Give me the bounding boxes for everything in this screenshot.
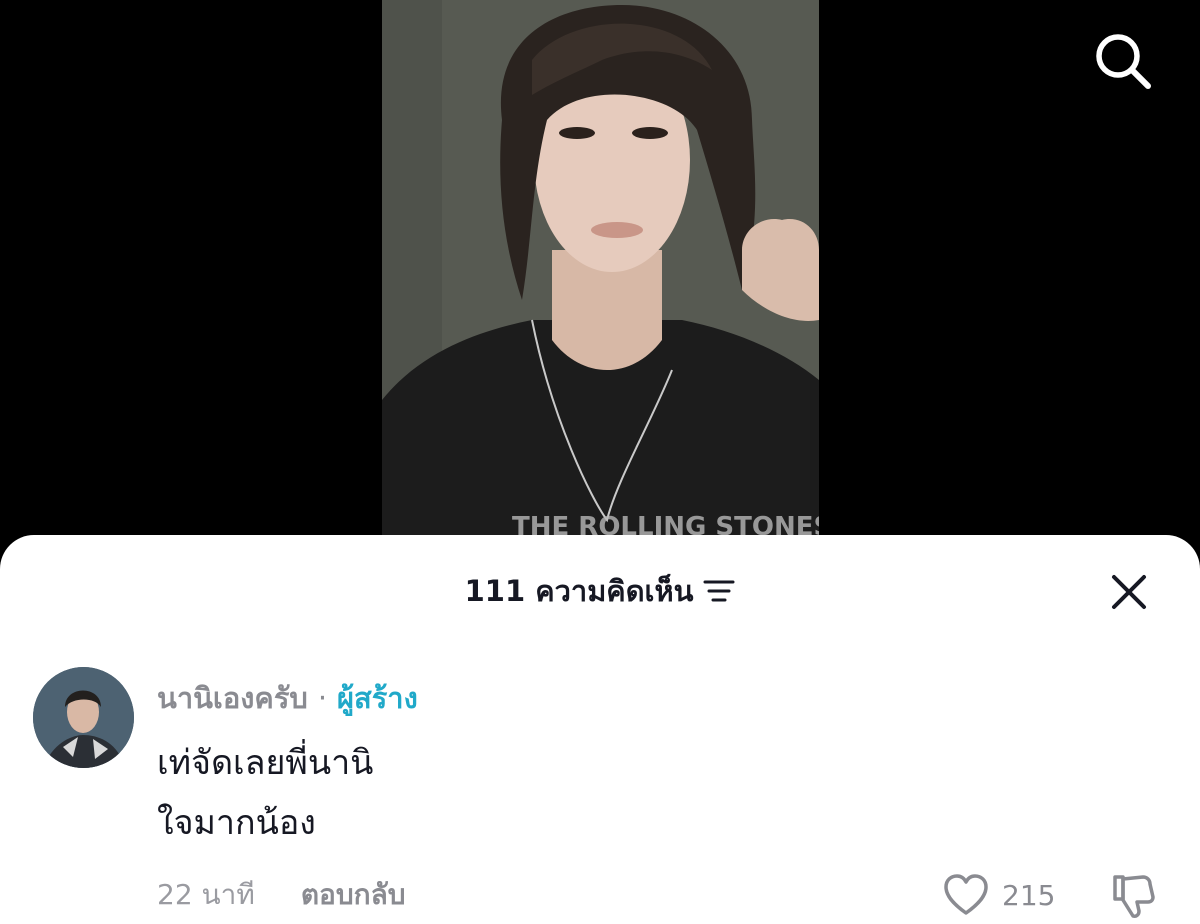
comment-line: เท่จัดเลยพี่นานิ (157, 743, 374, 783)
avatar[interactable] (33, 667, 134, 768)
video-player[interactable]: THE ROLLING STONES (0, 0, 1200, 560)
comment-count-label: 111 ความคิดเห็น (464, 574, 694, 608)
comment-meta: นานิเองครับ · ผู้สร้าง (157, 675, 418, 721)
reply-button[interactable]: ตอบกลับ (301, 873, 406, 917)
sort-lines-icon (703, 580, 735, 602)
video-thumbnail: THE ROLLING STONES (382, 0, 819, 560)
comment-actions: 22 นาที ตอบกลับ 215 (157, 870, 1167, 920)
comment-timestamp: 22 นาที (157, 878, 255, 911)
creator-badge: ผู้สร้าง (337, 681, 418, 715)
comment-sort-toggle[interactable]: 111 ความคิดเห็น (465, 568, 736, 614)
meta-separator: · (317, 681, 328, 715)
close-button[interactable] (1106, 569, 1152, 615)
search-icon (1096, 34, 1151, 89)
thumbs-down-icon (1113, 875, 1155, 918)
like-count: 215 (1002, 878, 1056, 912)
comments-sheet: 111 ความคิดเห็น นานิเองครับ · ผู้สร้าง เ… (0, 535, 1200, 924)
comment-username[interactable]: นานิเองครับ (157, 675, 308, 721)
close-icon (1112, 575, 1146, 609)
search-button[interactable] (1088, 26, 1158, 96)
comment-item: นานิเองครับ · ผู้สร้าง เท่จัดเลยพี่นานิ … (0, 665, 1200, 924)
comment-text: เท่จัดเลยพี่นานิ ใจมากน้อง (157, 733, 373, 853)
heart-outline-icon (944, 874, 988, 915)
video-frame[interactable]: THE ROLLING STONES (382, 0, 819, 560)
comments-header: 111 ความคิดเห็น (0, 565, 1200, 617)
comment-line: ใจมากน้อง (157, 803, 316, 843)
like-button[interactable]: 215 (942, 870, 1055, 920)
dislike-button[interactable] (1105, 870, 1161, 920)
